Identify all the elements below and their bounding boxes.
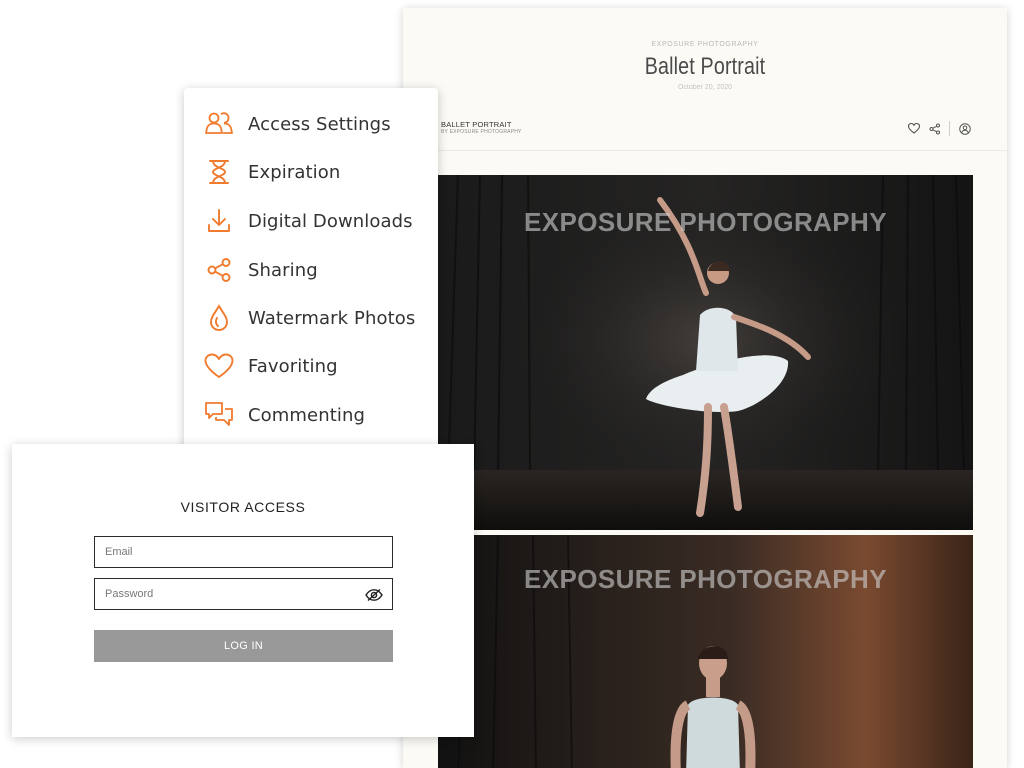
menu-label: Favoriting [248,355,338,377]
drop-icon [204,303,234,333]
gallery-subtitle: EXPOSURE PHOTOGRAPHY [651,41,759,48]
menu-item-access-settings[interactable]: Access Settings [204,109,391,139]
download-icon [204,206,234,236]
menu-label: Access Settings [248,113,391,135]
watermark-text: EXPOSURE PHOTOGRAPHY [524,564,887,594]
gallery-brand-name: BALLET PORTRAIT [441,120,512,129]
heart-icon[interactable] [907,122,920,135]
menu-item-sharing[interactable]: Sharing [204,255,318,285]
visitor-access-card: VISITOR ACCESS LOG IN [12,444,474,737]
gallery-toolbar: BALLET PORTRAIT BY EXPOSURE PHOTOGRAPHY [403,110,1007,151]
gallery-photo-1[interactable]: EXPOSURE PHOTOGRAPHY [438,175,973,530]
password-field [94,578,393,610]
gallery-title: Ballet Portrait [644,53,766,80]
menu-item-favoriting[interactable]: Favoriting [204,351,338,381]
menu-item-commenting[interactable]: Commenting [204,400,365,430]
heart-icon [204,351,234,381]
visitor-access-title: VISITOR ACCESS [180,499,306,515]
chat-icon [204,400,234,430]
menu-item-digital-downloads[interactable]: Digital Downloads [204,206,413,236]
password-input[interactable] [95,579,355,609]
user-icon[interactable] [958,122,971,135]
gallery-brand-by: BY EXPOSURE PHOTOGRAPHY [441,128,522,135]
menu-label: Digital Downloads [248,210,413,232]
gallery-window: EXPOSURE PHOTOGRAPHY Ballet Portrait Oct… [403,8,1007,768]
share-icon[interactable] [928,122,941,135]
share-icon [204,255,234,285]
users-icon [204,109,234,139]
menu-item-expiration[interactable]: Expiration [204,157,340,187]
hourglass-icon [204,157,234,187]
email-field [94,536,393,568]
email-input[interactable] [95,537,355,567]
menu-item-watermark-photos[interactable]: Watermark Photos [204,303,415,333]
gallery-brand[interactable]: BALLET PORTRAIT BY EXPOSURE PHOTOGRAPHY [441,121,522,135]
menu-label: Expiration [248,161,341,183]
toolbar-divider [949,121,950,136]
eye-icon[interactable] [365,587,383,602]
login-button[interactable]: LOG IN [94,630,393,662]
gallery-actions [899,121,971,136]
features-menu: Access Settings Expiration Digital Downl… [184,88,438,454]
gallery-date: October 20, 2020 [677,84,733,91]
menu-label: Commenting [248,404,366,426]
gallery-photo-2[interactable]: EXPOSURE PHOTOGRAPHY [438,535,973,768]
menu-label: Sharing [248,259,318,281]
menu-label: Watermark Photos [248,307,416,329]
watermark-text: EXPOSURE PHOTOGRAPHY [524,207,887,237]
